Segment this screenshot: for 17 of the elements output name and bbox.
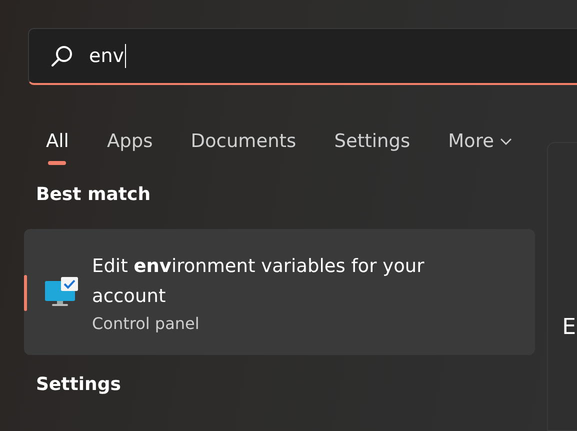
filter-tab[interactable]: More — [436, 125, 524, 157]
monitor-checkbox-icon — [44, 277, 78, 307]
search-text: env — [89, 44, 126, 68]
result-item[interactable]: Edit environment variables for your account Control panel — [24, 229, 535, 355]
search-field[interactable]: env — [28, 28, 577, 85]
filter-tab[interactable]: Apps — [94, 125, 165, 157]
selection-accent — [24, 275, 27, 311]
section-heading: Settings — [36, 374, 122, 397]
result-subtitle: Control panel — [92, 314, 200, 332]
search-icon — [51, 45, 73, 67]
filter-tab[interactable]: Documents — [178, 125, 308, 157]
section-heading: Best match — [36, 184, 152, 207]
selected-indicator — [48, 161, 66, 165]
result-title: Edit environment variables for your account — [92, 254, 426, 308]
filter-tab[interactable]: All — [34, 125, 81, 157]
preview-title: E — [562, 315, 576, 340]
filter-tab[interactable]: Settings — [322, 125, 422, 157]
